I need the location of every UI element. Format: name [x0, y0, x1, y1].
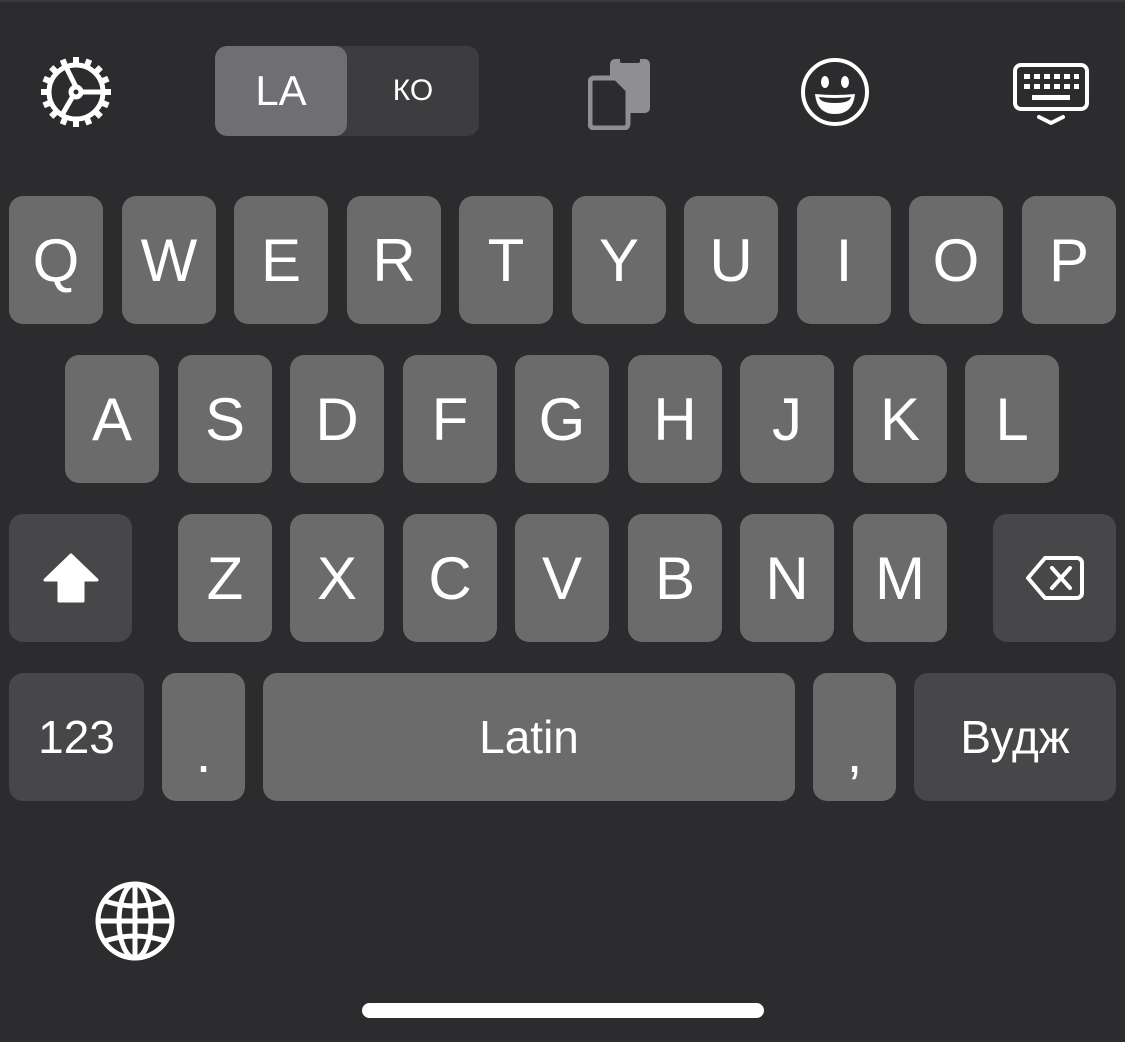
key-n[interactable]: N	[740, 514, 834, 642]
key-a[interactable]: A	[65, 355, 159, 483]
keyboard: LA КО Q W E R T Y U I O P A S D F G H J …	[0, 0, 1125, 1042]
key-u[interactable]: U	[684, 196, 778, 324]
home-indicator[interactable]	[362, 1003, 764, 1018]
delete-key[interactable]	[993, 514, 1116, 642]
shift-icon	[43, 553, 98, 603]
key-v[interactable]: V	[515, 514, 609, 642]
key-k[interactable]: K	[853, 355, 947, 483]
key-y[interactable]: Y	[572, 196, 666, 324]
key-z[interactable]: Z	[178, 514, 272, 642]
key-q[interactable]: Q	[9, 196, 103, 324]
key-s[interactable]: S	[178, 355, 272, 483]
language-la-segment[interactable]: LA	[215, 46, 347, 136]
return-key[interactable]: Вудж	[914, 673, 1116, 801]
key-r[interactable]: R	[347, 196, 441, 324]
key-m[interactable]: M	[853, 514, 947, 642]
key-g[interactable]: G	[515, 355, 609, 483]
key-c[interactable]: C	[403, 514, 497, 642]
delete-icon	[1025, 556, 1084, 600]
emoji-icon[interactable]	[799, 56, 871, 128]
key-f[interactable]: F	[403, 355, 497, 483]
top-divider	[0, 0, 1125, 2]
key-e[interactable]: E	[234, 196, 328, 324]
period-key[interactable]: .	[162, 673, 245, 801]
clipboard-icon[interactable]	[588, 56, 654, 130]
key-b[interactable]: B	[628, 514, 722, 642]
key-d[interactable]: D	[290, 355, 384, 483]
shift-key[interactable]	[9, 514, 132, 642]
language-toggle[interactable]: LA КО	[215, 46, 479, 136]
numbers-key[interactable]: 123	[9, 673, 144, 801]
key-l[interactable]: L	[965, 355, 1059, 483]
key-w[interactable]: W	[122, 196, 216, 324]
keyboard-dismiss-icon[interactable]	[1012, 62, 1090, 128]
comma-key[interactable]: ,	[813, 673, 896, 801]
key-t[interactable]: T	[459, 196, 553, 324]
key-i[interactable]: I	[797, 196, 891, 324]
key-o[interactable]: O	[909, 196, 1003, 324]
space-key[interactable]: Latin	[263, 673, 795, 801]
key-h[interactable]: H	[628, 355, 722, 483]
gear-icon[interactable]	[36, 52, 116, 132]
key-x[interactable]: X	[290, 514, 384, 642]
key-p[interactable]: P	[1022, 196, 1116, 324]
key-j[interactable]: J	[740, 355, 834, 483]
language-ko-segment[interactable]: КО	[347, 46, 479, 136]
globe-icon[interactable]	[93, 879, 177, 963]
